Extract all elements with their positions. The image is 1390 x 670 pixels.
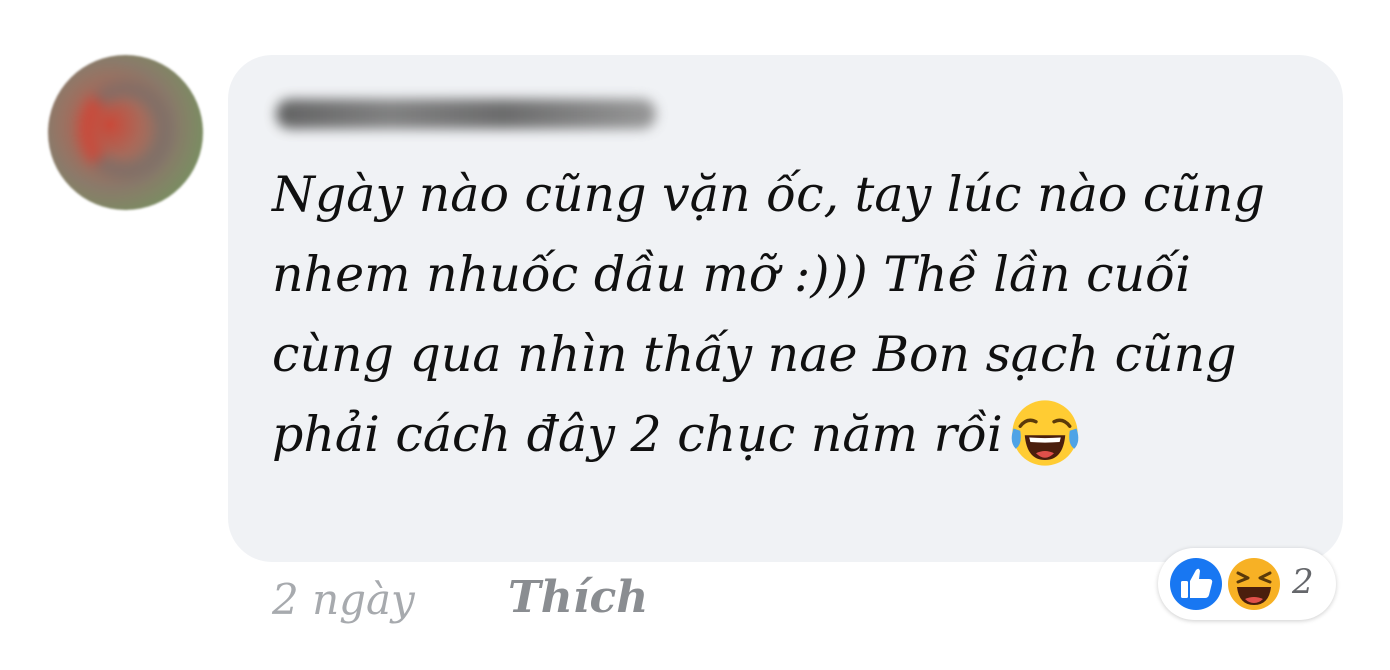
comment-text: Ngày nào cũng vặn ốc, tay lúc nào cũng n… (272, 155, 1312, 475)
reaction-count: 2 (1292, 562, 1314, 602)
like-icon (1167, 555, 1225, 613)
reactions-summary[interactable]: 2 (1158, 548, 1336, 620)
comment-root: Ngày nào cũng vặn ốc, tay lúc nào cũng n… (0, 0, 1390, 670)
avatar-blur (78, 80, 173, 180)
tears-of-joy-icon (1011, 399, 1078, 466)
haha-icon (1225, 555, 1283, 613)
author-redaction (276, 99, 656, 129)
comment-body: Ngày nào cũng vặn ốc, tay lúc nào cũng n… (272, 166, 1265, 463)
author-name-blurred[interactable] (276, 85, 656, 137)
avatar[interactable] (48, 55, 203, 210)
comment-bubble: Ngày nào cũng vặn ốc, tay lúc nào cũng n… (228, 55, 1343, 562)
like-button[interactable]: Thích (508, 572, 648, 623)
comment-timestamp[interactable]: 2 ngày (272, 575, 415, 624)
